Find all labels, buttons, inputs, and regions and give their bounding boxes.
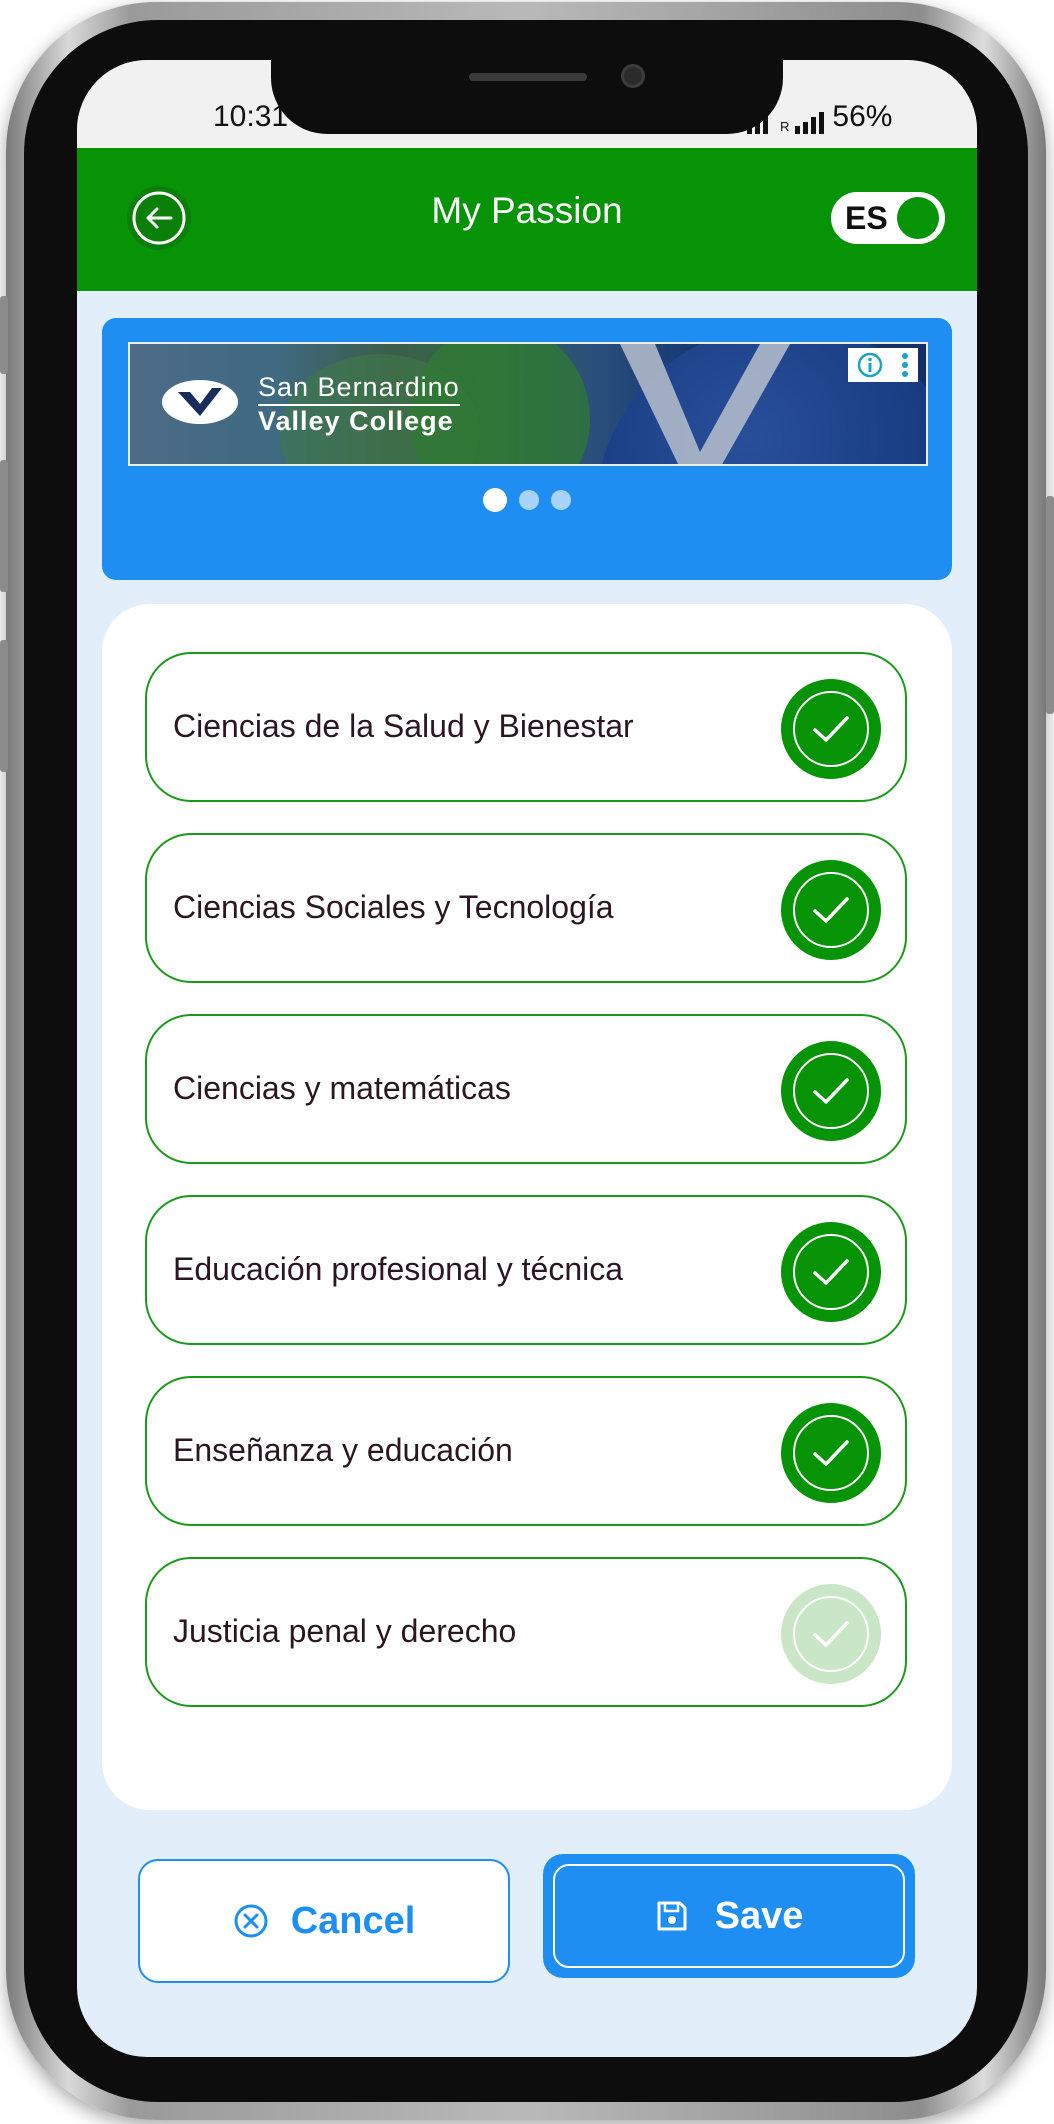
passion-label: Ciencias y matemáticas <box>173 1070 511 1106</box>
selection-check[interactable] <box>781 860 881 960</box>
check-icon <box>813 1259 849 1285</box>
save-button[interactable]: Save <box>543 1854 915 1978</box>
carousel-dot[interactable] <box>551 490 571 510</box>
passion-item[interactable]: Ciencias Sociales y Tecnología <box>145 833 907 983</box>
carousel-dot-active[interactable] <box>483 488 507 512</box>
college-logo-icon <box>162 380 238 424</box>
passion-label: Educación profesional y técnica <box>173 1251 624 1287</box>
battery-percent: 56% <box>832 100 893 133</box>
cancel-button[interactable]: Cancel <box>138 1859 510 1983</box>
passion-list: Ciencias de la Salud y Bienestar Ciencia… <box>102 604 952 1810</box>
carousel-indicator <box>102 488 952 512</box>
selection-check[interactable] <box>781 1222 881 1322</box>
ad-line-1: San Bernardino <box>258 372 460 406</box>
language-toggle-label: ES <box>845 200 888 236</box>
ad-image[interactable]: San Bernardino Valley College <box>128 342 928 466</box>
app-header: My Passion ES <box>77 148 977 291</box>
phone-speaker <box>469 73 587 81</box>
save-button-inner: Save <box>553 1864 905 1968</box>
cancel-button-label: Cancel <box>290 1899 416 1942</box>
app-screen: 10:31 R 56% My Passion ES San Bernardino… <box>77 60 977 2057</box>
passion-item[interactable]: Ciencias de la Salud y Bienestar <box>145 652 907 802</box>
carousel-dot[interactable] <box>519 490 539 510</box>
info-icon[interactable] <box>857 352 883 378</box>
more-vert-icon[interactable] <box>900 351 910 379</box>
passion-item[interactable]: Justicia penal y derecho <box>145 1557 907 1707</box>
check-icon <box>813 716 849 742</box>
ad-banner-card: San Bernardino Valley College <box>102 318 952 580</box>
passion-label: Ciencias Sociales y Tecnología <box>173 889 614 925</box>
phone-button-left-2 <box>0 460 8 592</box>
save-button-label: Save <box>714 1894 804 1937</box>
x-circle-icon <box>234 1904 268 1938</box>
passion-label: Justicia penal y derecho <box>173 1613 517 1649</box>
phone-button-left-1 <box>0 296 8 374</box>
check-icon <box>813 1440 849 1466</box>
phone-button-left-3 <box>0 640 8 772</box>
passion-item[interactable]: Enseñanza y educación <box>145 1376 907 1526</box>
signal-icon-2 <box>795 108 825 134</box>
status-time: 10:31 <box>213 100 289 133</box>
floppy-disk-icon <box>657 1901 687 1931</box>
selection-check-unselected[interactable] <box>781 1584 881 1684</box>
ad-line-2: Valley College <box>258 406 454 436</box>
selection-check[interactable] <box>781 1041 881 1141</box>
check-icon <box>813 1078 849 1104</box>
passion-label: Enseñanza y educación <box>173 1432 513 1468</box>
passion-item[interactable]: Ciencias y matemáticas <box>145 1014 907 1164</box>
ad-choices[interactable] <box>848 348 918 382</box>
check-icon <box>813 897 849 923</box>
passion-label: Ciencias de la Salud y Bienestar <box>173 708 634 744</box>
toggle-knob <box>897 197 939 239</box>
selection-check[interactable] <box>781 679 881 779</box>
phone-button-right <box>1046 496 1054 714</box>
front-camera <box>621 64 645 88</box>
selection-check[interactable] <box>781 1403 881 1503</box>
phone-notch <box>271 58 783 134</box>
passion-item[interactable]: Educación profesional y técnica <box>145 1195 907 1345</box>
check-icon <box>813 1621 849 1647</box>
language-toggle[interactable]: ES <box>831 192 945 244</box>
roaming-label: R <box>780 119 790 134</box>
